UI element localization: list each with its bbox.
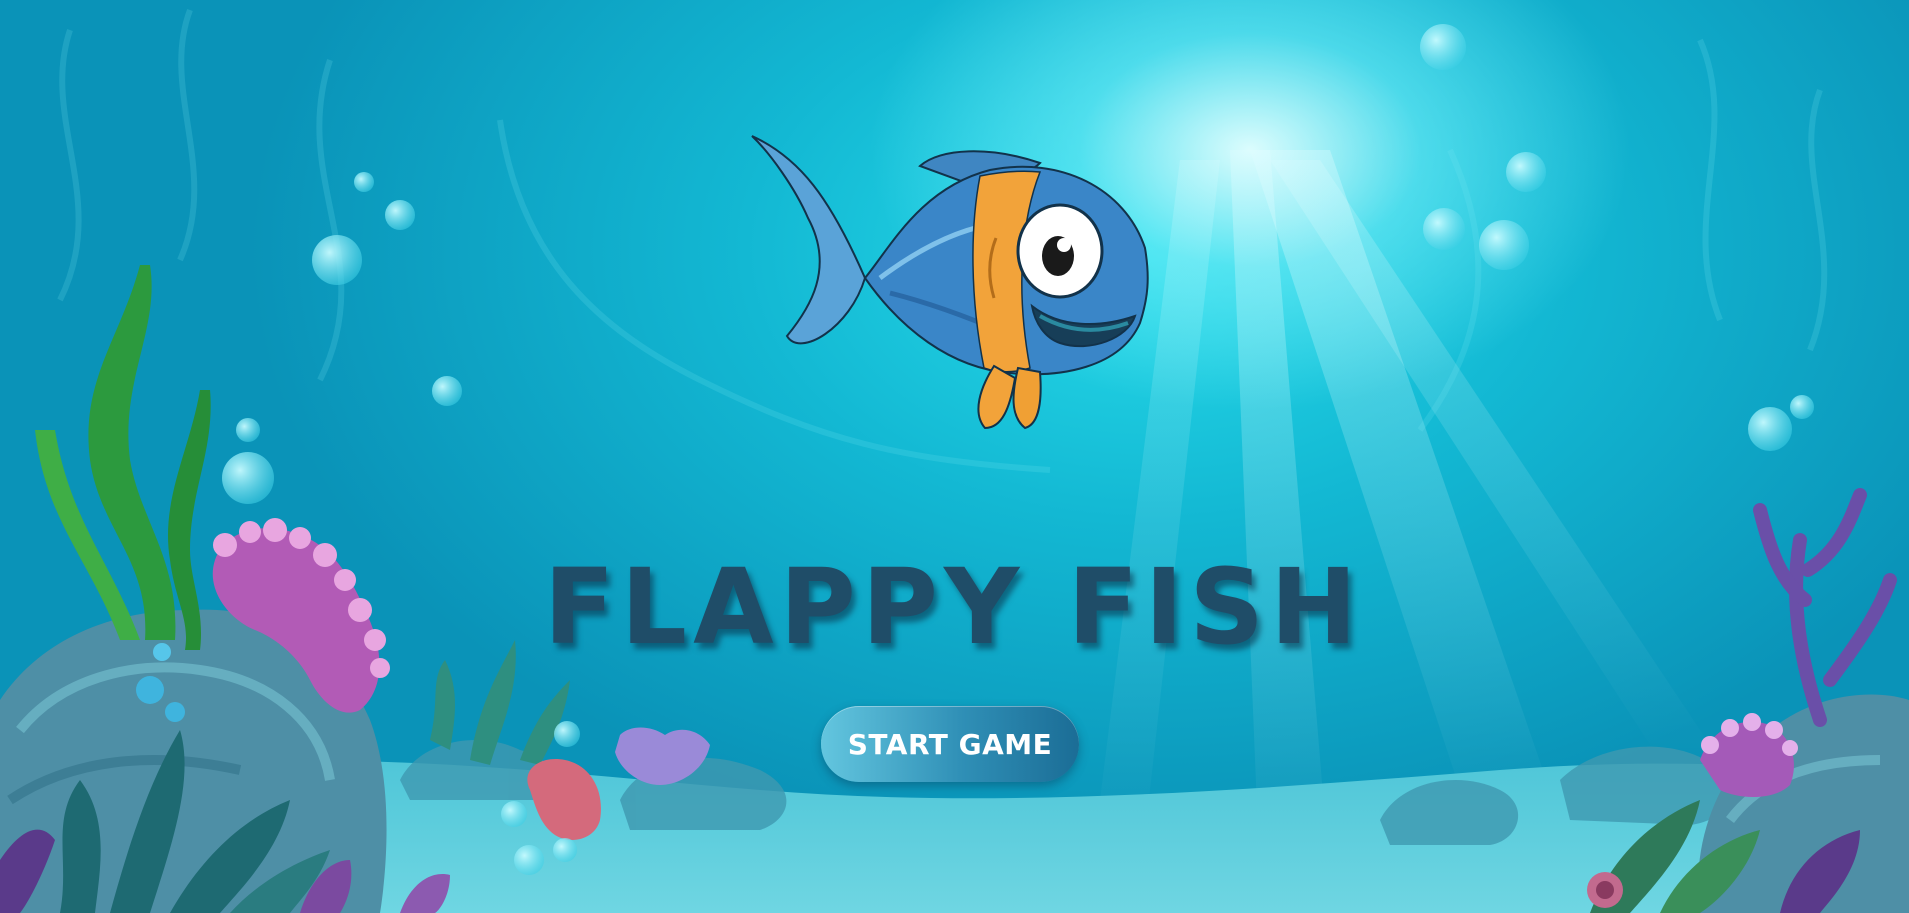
fish-icon <box>751 135 1149 430</box>
game-screen: FLAPPY FISH START GAME <box>0 0 1909 913</box>
game-title: FLAPPY FISH <box>543 546 1364 668</box>
start-game-button[interactable]: START GAME <box>821 706 1079 782</box>
